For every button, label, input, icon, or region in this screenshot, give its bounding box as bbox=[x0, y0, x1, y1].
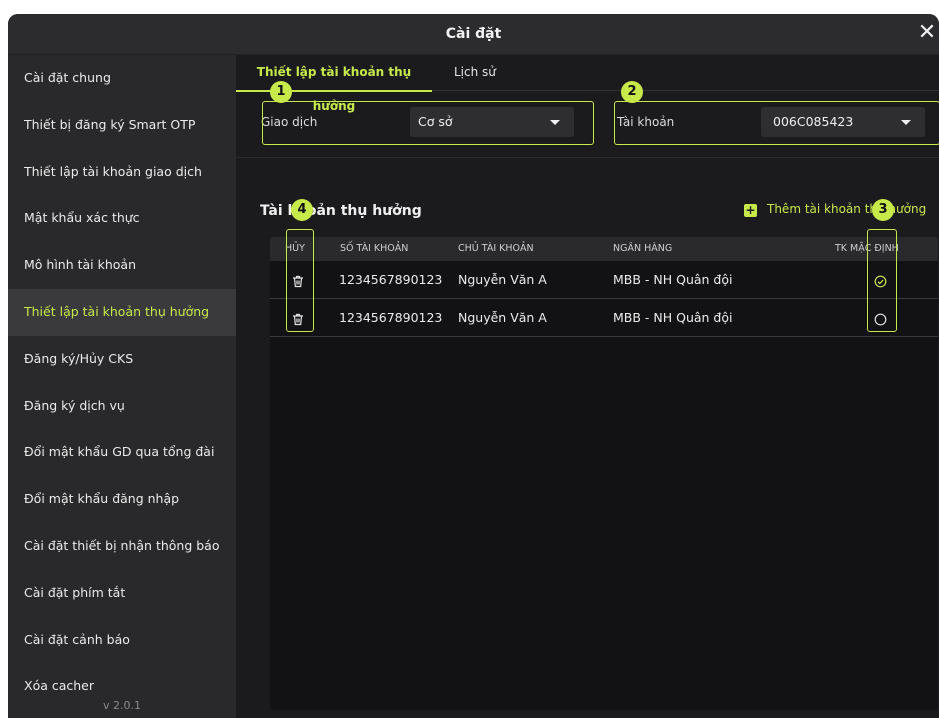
annotation-box-1 bbox=[262, 101, 594, 145]
main-content: Thiết lập tài khoản thụ hưởng Lịch sử Gi… bbox=[236, 55, 939, 718]
annotation-box-3 bbox=[867, 229, 897, 332]
table-row: 1234567890123 Nguyễn Văn A MBB - NH Quân… bbox=[270, 261, 938, 299]
sidebar-item-smart-otp[interactable]: Thiết bị đăng ký Smart OTP bbox=[8, 102, 236, 149]
window-title: Cài đặt bbox=[445, 26, 502, 42]
section-title: Tài khoản thụ hưởng bbox=[260, 203, 422, 219]
annotation-badge-4: 4 bbox=[291, 199, 313, 221]
sidebar-item-cks[interactable]: Đăng ký/Hủy CKS bbox=[8, 336, 236, 383]
sidebar-item-call-center-password[interactable]: Đổi mật khẩu GD qua tổng đài bbox=[8, 429, 236, 476]
app-version: v 2.0.1 bbox=[103, 699, 141, 712]
tab-beneficiary-setup[interactable]: Thiết lập tài khoản thụ hưởng bbox=[236, 55, 432, 113]
column-header-account-number: SỐ TÀI KHOẢN bbox=[340, 243, 409, 254]
beneficiary-table: HỦY SỐ TÀI KHOẢN CHỦ TÀI KHOẢN NGÂN HÀNG… bbox=[270, 237, 938, 710]
sidebar-item-beneficiary[interactable]: Thiết lập tài khoản thụ hưởng bbox=[8, 288, 236, 336]
sidebar-item-general[interactable]: Cài đặt chung bbox=[8, 55, 236, 102]
table-header: HỦY SỐ TÀI KHOẢN CHỦ TÀI KHOẢN NGÂN HÀNG… bbox=[270, 237, 938, 261]
owner-cell: Nguyễn Văn A bbox=[458, 272, 547, 287]
add-beneficiary-label: Thêm tài khoản thụ hưởng bbox=[767, 202, 927, 216]
column-header-owner: CHỦ TÀI KHOẢN bbox=[458, 243, 534, 254]
bank-cell: MBB - NH Quân đội bbox=[613, 272, 733, 287]
settings-window: Cài đặt ✕ Cài đặt chung Thiết bị đăng ký… bbox=[8, 14, 939, 718]
annotation-badge-3: 3 bbox=[872, 199, 894, 221]
annotation-box-2 bbox=[614, 101, 939, 145]
sidebar-item-trading-account[interactable]: Thiết lập tài khoản giao dịch bbox=[8, 149, 236, 196]
plus-icon: + bbox=[744, 203, 757, 217]
tab-bar: Thiết lập tài khoản thụ hưởng Lịch sử bbox=[236, 55, 939, 113]
sidebar-item-shortcuts[interactable]: Cài đặt phím tắt bbox=[8, 570, 236, 617]
table-row: 1234567890123 Nguyễn Văn A MBB - NH Quân… bbox=[270, 299, 938, 337]
sidebar-item-auth-password[interactable]: Mật khẩu xác thực bbox=[8, 195, 236, 242]
annotation-box-4 bbox=[286, 229, 314, 332]
annotation-badge-1: 1 bbox=[270, 81, 292, 103]
account-number-cell: 1234567890123 bbox=[339, 310, 443, 325]
sidebar-item-services[interactable]: Đăng ký dịch vụ bbox=[8, 383, 236, 430]
add-beneficiary-button[interactable]: + Thêm tài khoản thụ hưởng bbox=[744, 199, 926, 219]
owner-cell: Nguyễn Văn A bbox=[458, 310, 547, 325]
close-icon[interactable]: ✕ bbox=[915, 14, 939, 54]
column-header-bank: NGÂN HÀNG bbox=[613, 243, 673, 254]
sidebar-item-login-password[interactable]: Đổi mật khẩu đăng nhập bbox=[8, 476, 236, 523]
annotation-badge-2: 2 bbox=[621, 81, 643, 103]
sidebar-item-account-model[interactable]: Mô hình tài khoản bbox=[8, 242, 236, 289]
bank-cell: MBB - NH Quân đội bbox=[613, 310, 733, 325]
settings-sidebar: Cài đặt chung Thiết bị đăng ký Smart OTP… bbox=[8, 55, 236, 718]
title-bar: Cài đặt ✕ bbox=[8, 14, 939, 55]
account-number-cell: 1234567890123 bbox=[339, 272, 443, 287]
sidebar-item-notification-device[interactable]: Cài đặt thiết bị nhận thông báo bbox=[8, 523, 236, 570]
sidebar-item-alerts[interactable]: Cài đặt cảnh báo bbox=[8, 617, 236, 664]
tab-history[interactable]: Lịch sử bbox=[454, 55, 496, 90]
